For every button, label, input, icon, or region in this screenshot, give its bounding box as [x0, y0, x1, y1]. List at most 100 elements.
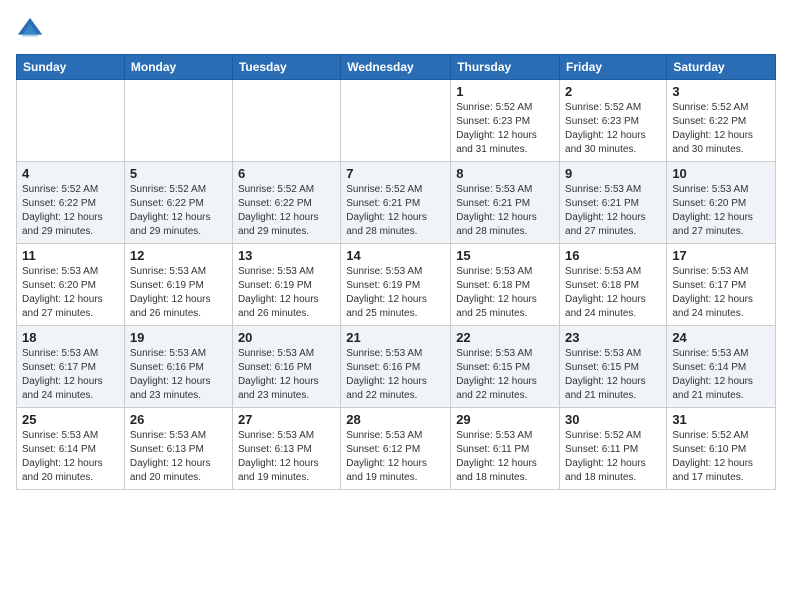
- day-info: Sunrise: 5:53 AM Sunset: 6:11 PM Dayligh…: [456, 429, 554, 485]
- weekday-header-saturday: Saturday: [667, 55, 776, 80]
- day-info: Sunrise: 5:53 AM Sunset: 6:21 PM Dayligh…: [456, 183, 554, 239]
- day-info: Sunrise: 5:53 AM Sunset: 6:17 PM Dayligh…: [22, 347, 119, 403]
- calendar-cell: 18 Sunrise: 5:53 AM Sunset: 6:17 PM Dayli…: [17, 326, 125, 408]
- day-info: Sunrise: 5:52 AM Sunset: 6:21 PM Dayligh…: [346, 183, 445, 239]
- day-info: Sunrise: 5:53 AM Sunset: 6:19 PM Dayligh…: [346, 265, 445, 321]
- day-number: 9: [565, 166, 661, 181]
- calendar-cell: 6 Sunrise: 5:52 AM Sunset: 6:22 PM Daylig…: [232, 162, 340, 244]
- calendar-cell: 27 Sunrise: 5:53 AM Sunset: 6:13 PM Dayli…: [232, 408, 340, 490]
- day-number: 14: [346, 248, 445, 263]
- day-number: 12: [130, 248, 227, 263]
- logo-icon: [16, 16, 44, 44]
- day-info: Sunrise: 5:52 AM Sunset: 6:22 PM Dayligh…: [238, 183, 335, 239]
- day-info: Sunrise: 5:52 AM Sunset: 6:22 PM Dayligh…: [22, 183, 119, 239]
- day-info: Sunrise: 5:53 AM Sunset: 6:15 PM Dayligh…: [565, 347, 661, 403]
- day-number: 5: [130, 166, 227, 181]
- day-info: Sunrise: 5:53 AM Sunset: 6:20 PM Dayligh…: [22, 265, 119, 321]
- day-number: 17: [672, 248, 770, 263]
- day-info: Sunrise: 5:53 AM Sunset: 6:13 PM Dayligh…: [130, 429, 227, 485]
- calendar-cell: 9 Sunrise: 5:53 AM Sunset: 6:21 PM Daylig…: [560, 162, 667, 244]
- calendar-cell: 7 Sunrise: 5:52 AM Sunset: 6:21 PM Daylig…: [341, 162, 451, 244]
- day-number: 26: [130, 412, 227, 427]
- calendar-cell: 29 Sunrise: 5:53 AM Sunset: 6:11 PM Dayli…: [451, 408, 560, 490]
- day-number: 20: [238, 330, 335, 345]
- day-info: Sunrise: 5:53 AM Sunset: 6:12 PM Dayligh…: [346, 429, 445, 485]
- day-info: Sunrise: 5:52 AM Sunset: 6:23 PM Dayligh…: [456, 101, 554, 157]
- day-info: Sunrise: 5:52 AM Sunset: 6:10 PM Dayligh…: [672, 429, 770, 485]
- day-info: Sunrise: 5:52 AM Sunset: 6:23 PM Dayligh…: [565, 101, 661, 157]
- day-info: Sunrise: 5:53 AM Sunset: 6:21 PM Dayligh…: [565, 183, 661, 239]
- day-info: Sunrise: 5:53 AM Sunset: 6:14 PM Dayligh…: [22, 429, 119, 485]
- page-header: [16, 16, 776, 44]
- day-number: 15: [456, 248, 554, 263]
- day-info: Sunrise: 5:53 AM Sunset: 6:19 PM Dayligh…: [238, 265, 335, 321]
- day-number: 23: [565, 330, 661, 345]
- weekday-header-thursday: Thursday: [451, 55, 560, 80]
- calendar-cell: 23 Sunrise: 5:53 AM Sunset: 6:15 PM Dayli…: [560, 326, 667, 408]
- day-number: 4: [22, 166, 119, 181]
- day-info: Sunrise: 5:53 AM Sunset: 6:16 PM Dayligh…: [346, 347, 445, 403]
- calendar-cell: 25 Sunrise: 5:53 AM Sunset: 6:14 PM Dayli…: [17, 408, 125, 490]
- day-number: 22: [456, 330, 554, 345]
- calendar-cell: 14 Sunrise: 5:53 AM Sunset: 6:19 PM Dayli…: [341, 244, 451, 326]
- day-info: Sunrise: 5:53 AM Sunset: 6:14 PM Dayligh…: [672, 347, 770, 403]
- calendar-cell: 12 Sunrise: 5:53 AM Sunset: 6:19 PM Dayli…: [124, 244, 232, 326]
- calendar-cell: 10 Sunrise: 5:53 AM Sunset: 6:20 PM Dayli…: [667, 162, 776, 244]
- calendar-cell: 19 Sunrise: 5:53 AM Sunset: 6:16 PM Dayli…: [124, 326, 232, 408]
- day-number: 2: [565, 84, 661, 99]
- day-info: Sunrise: 5:53 AM Sunset: 6:16 PM Dayligh…: [130, 347, 227, 403]
- day-number: 1: [456, 84, 554, 99]
- day-number: 27: [238, 412, 335, 427]
- day-number: 19: [130, 330, 227, 345]
- calendar-cell: 2 Sunrise: 5:52 AM Sunset: 6:23 PM Daylig…: [560, 80, 667, 162]
- calendar-cell: 15Sunrise: 5:53 AM Sunset: 6:18 PM Dayli…: [451, 244, 560, 326]
- calendar-cell: 11 Sunrise: 5:53 AM Sunset: 6:20 PM Dayli…: [17, 244, 125, 326]
- day-info: Sunrise: 5:52 AM Sunset: 6:11 PM Dayligh…: [565, 429, 661, 485]
- calendar-cell: [341, 80, 451, 162]
- day-number: 8: [456, 166, 554, 181]
- day-info: Sunrise: 5:53 AM Sunset: 6:16 PM Dayligh…: [238, 347, 335, 403]
- day-number: 31: [672, 412, 770, 427]
- calendar-cell: 5 Sunrise: 5:52 AM Sunset: 6:22 PM Daylig…: [124, 162, 232, 244]
- day-info: Sunrise: 5:52 AM Sunset: 6:22 PM Dayligh…: [672, 101, 770, 157]
- weekday-header-tuesday: Tuesday: [232, 55, 340, 80]
- calendar-cell: [17, 80, 125, 162]
- calendar-cell: 30Sunrise: 5:52 AM Sunset: 6:11 PM Dayli…: [560, 408, 667, 490]
- calendar-cell: 13 Sunrise: 5:53 AM Sunset: 6:19 PM Dayli…: [232, 244, 340, 326]
- calendar-table: SundayMondayTuesdayWednesdayThursdayFrid…: [16, 54, 776, 490]
- calendar-cell: 26 Sunrise: 5:53 AM Sunset: 6:13 PM Dayli…: [124, 408, 232, 490]
- calendar-cell: [232, 80, 340, 162]
- day-number: 28: [346, 412, 445, 427]
- weekday-header-sunday: Sunday: [17, 55, 125, 80]
- day-number: 7: [346, 166, 445, 181]
- calendar-cell: 21 Sunrise: 5:53 AM Sunset: 6:16 PM Dayli…: [341, 326, 451, 408]
- day-info: Sunrise: 5:52 AM Sunset: 6:22 PM Dayligh…: [130, 183, 227, 239]
- day-info: Sunrise: 5:53 AM Sunset: 6:20 PM Dayligh…: [672, 183, 770, 239]
- day-number: 6: [238, 166, 335, 181]
- day-info: Sunrise: 5:53 AM Sunset: 6:13 PM Dayligh…: [238, 429, 335, 485]
- day-number: 29: [456, 412, 554, 427]
- day-info: Sunrise: 5:53 AM Sunset: 6:19 PM Dayligh…: [130, 265, 227, 321]
- day-info: Sunrise: 5:53 AM Sunset: 6:15 PM Dayligh…: [456, 347, 554, 403]
- day-number: 13: [238, 248, 335, 263]
- calendar-cell: 17 Sunrise: 5:53 AM Sunset: 6:17 PM Dayli…: [667, 244, 776, 326]
- calendar-cell: 3 Sunrise: 5:52 AM Sunset: 6:22 PM Daylig…: [667, 80, 776, 162]
- day-number: 3: [672, 84, 770, 99]
- calendar-cell: 31 Sunrise: 5:52 AM Sunset: 6:10 PM Dayli…: [667, 408, 776, 490]
- day-number: 25: [22, 412, 119, 427]
- day-info: Sunrise: 5:53 AM Sunset: 6:17 PM Dayligh…: [672, 265, 770, 321]
- day-number: 24: [672, 330, 770, 345]
- day-number: 18: [22, 330, 119, 345]
- day-number: 11: [22, 248, 119, 263]
- calendar-cell: 16Sunrise: 5:53 AM Sunset: 6:18 PM Dayli…: [560, 244, 667, 326]
- day-number: 21: [346, 330, 445, 345]
- day-info: Sunrise: 5:53 AM Sunset: 6:18 PM Dayligh…: [565, 265, 661, 321]
- weekday-header-friday: Friday: [560, 55, 667, 80]
- calendar-cell: 4 Sunrise: 5:52 AM Sunset: 6:22 PM Daylig…: [17, 162, 125, 244]
- day-number: 10: [672, 166, 770, 181]
- calendar-cell: 28 Sunrise: 5:53 AM Sunset: 6:12 PM Dayli…: [341, 408, 451, 490]
- calendar-cell: 1 Sunrise: 5:52 AM Sunset: 6:23 PM Daylig…: [451, 80, 560, 162]
- weekday-header-monday: Monday: [124, 55, 232, 80]
- calendar-cell: [124, 80, 232, 162]
- calendar-cell: 24 Sunrise: 5:53 AM Sunset: 6:14 PM Dayli…: [667, 326, 776, 408]
